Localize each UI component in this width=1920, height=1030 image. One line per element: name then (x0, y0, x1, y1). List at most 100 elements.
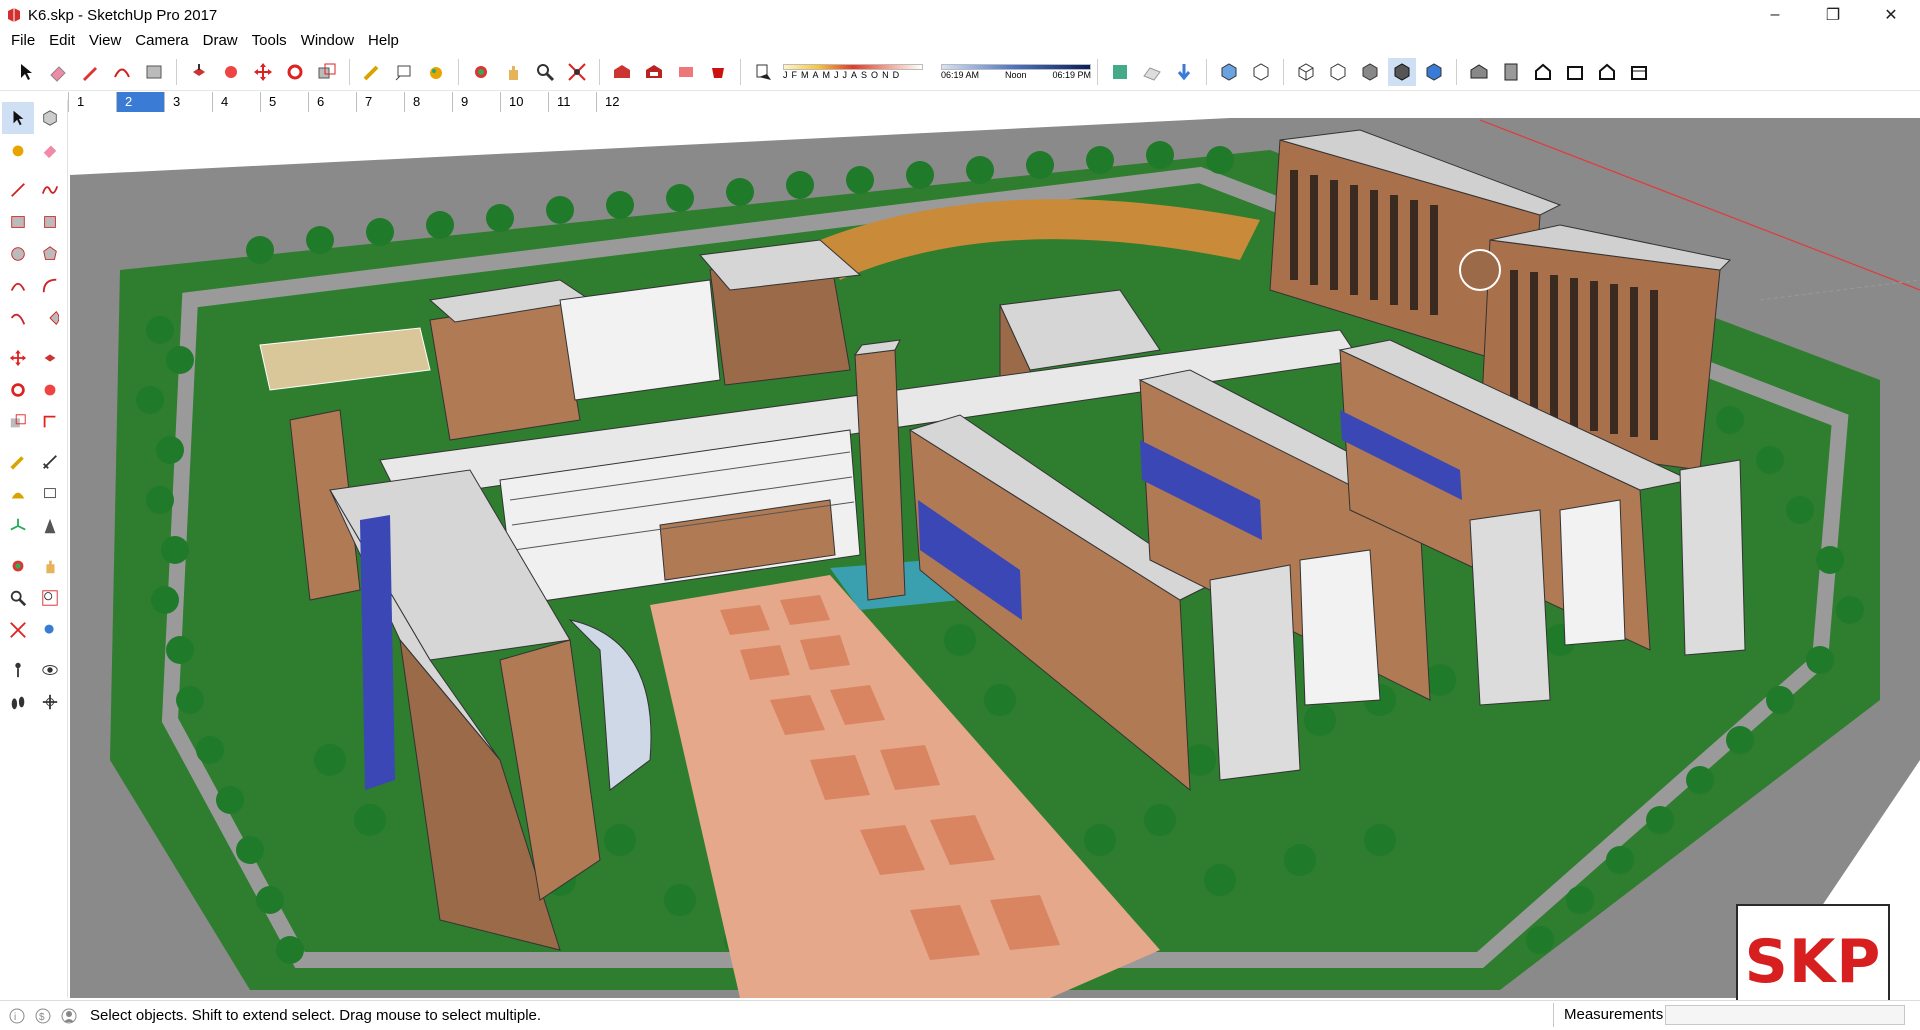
scene-tab-12[interactable]: 12 (596, 92, 644, 112)
shadow-date-slider[interactable] (783, 63, 923, 70)
front-view-icon[interactable] (1529, 58, 1557, 86)
rotated-rectangle-icon[interactable] (34, 206, 66, 238)
menu-draw[interactable]: Draw (196, 30, 245, 52)
hidden-line-style-icon[interactable] (1324, 58, 1352, 86)
axes-icon[interactable] (2, 510, 34, 542)
circle-icon[interactable] (2, 238, 34, 270)
pan-icon[interactable] (34, 550, 66, 582)
arc-tool-icon[interactable] (108, 58, 136, 86)
paint-bucket-icon[interactable] (422, 58, 450, 86)
rotate-tool-icon[interactable] (281, 58, 309, 86)
scale-tool-icon[interactable] (313, 58, 341, 86)
offset-icon[interactable] (34, 406, 66, 438)
scene-tab-10[interactable]: 10 (500, 92, 548, 112)
orbit-icon[interactable] (2, 550, 34, 582)
three-point-arc-icon[interactable] (2, 302, 34, 334)
monochrome-style-icon[interactable] (1420, 58, 1448, 86)
scene-tab-2[interactable]: 2 (116, 92, 164, 112)
pan-tool-icon[interactable] (499, 58, 527, 86)
menu-view[interactable]: View (82, 30, 128, 52)
menu-window[interactable]: Window (294, 30, 361, 52)
pie-icon[interactable] (34, 302, 66, 334)
iso-view-icon[interactable] (1465, 58, 1493, 86)
move-tool-icon[interactable] (249, 58, 277, 86)
scene-tab-11[interactable]: 11 (548, 92, 596, 112)
toggle-terrain-icon[interactable] (1138, 58, 1166, 86)
shaded-style-icon[interactable] (1356, 58, 1384, 86)
walk-icon[interactable] (2, 686, 34, 718)
zoom-icon[interactable] (2, 582, 34, 614)
line-icon[interactable] (2, 174, 34, 206)
scene-tab-1[interactable]: 1 (68, 92, 116, 112)
credits-icon[interactable]: $ (34, 1007, 52, 1025)
user-account-icon[interactable] (60, 1007, 78, 1025)
menu-help[interactable]: Help (361, 30, 406, 52)
eraser-tool-icon[interactable] (44, 58, 72, 86)
back-view-icon[interactable] (1593, 58, 1621, 86)
warehouse-icon[interactable] (608, 58, 636, 86)
scene-tab-7[interactable]: 7 (356, 92, 404, 112)
tape-measure-icon[interactable] (2, 446, 34, 478)
rectangle-tool-icon[interactable] (140, 58, 168, 86)
extension-warehouse-icon[interactable] (704, 58, 732, 86)
scene-tab-3[interactable]: 3 (164, 92, 212, 112)
model-viewport[interactable] (70, 118, 1920, 998)
wireframe-style-icon[interactable] (1292, 58, 1320, 86)
share-model-icon[interactable] (640, 58, 668, 86)
right-view-icon[interactable] (1561, 58, 1589, 86)
close-button[interactable]: ✕ (1862, 0, 1920, 30)
dimension-icon[interactable] (34, 446, 66, 478)
two-point-arc-icon[interactable] (34, 270, 66, 302)
scale-icon[interactable] (2, 406, 34, 438)
scene-tab-8[interactable]: 8 (404, 92, 452, 112)
scene-tab-6[interactable]: 6 (308, 92, 356, 112)
xray-style-icon[interactable] (1215, 58, 1243, 86)
zoom-extents-icon[interactable] (563, 58, 591, 86)
back-edges-style-icon[interactable] (1247, 58, 1275, 86)
menu-file[interactable]: File (4, 30, 42, 52)
measurements-input[interactable] (1665, 1005, 1905, 1025)
restore-button[interactable]: ❐ (1804, 0, 1862, 30)
look-around-icon[interactable] (34, 654, 66, 686)
arc-icon[interactable] (2, 270, 34, 302)
menu-edit[interactable]: Edit (42, 30, 82, 52)
zoom-extents-icon[interactable] (2, 614, 34, 646)
freehand-icon[interactable] (34, 174, 66, 206)
minimize-button[interactable]: – (1746, 0, 1804, 30)
follow-me-tool-icon[interactable] (217, 58, 245, 86)
position-camera-icon[interactable] (2, 654, 34, 686)
previous-view-icon[interactable] (34, 614, 66, 646)
move-icon[interactable] (2, 342, 34, 374)
select-tool-icon[interactable] (12, 58, 40, 86)
tape-measure-icon[interactable] (358, 58, 386, 86)
3d-text-icon[interactable] (34, 510, 66, 542)
push-pull-tool-icon[interactable] (185, 58, 213, 86)
pencil-tool-icon[interactable] (76, 58, 104, 86)
scene-tab-9[interactable]: 9 (452, 92, 500, 112)
select-icon[interactable] (2, 102, 34, 134)
scene-tab-4[interactable]: 4 (212, 92, 260, 112)
menu-tools[interactable]: Tools (245, 30, 294, 52)
left-view-icon[interactable] (1625, 58, 1653, 86)
menu-camera[interactable]: Camera (128, 30, 195, 52)
zoom-tool-icon[interactable] (531, 58, 559, 86)
shaded-textures-style-icon[interactable] (1388, 57, 1416, 86)
protractor-icon[interactable] (2, 478, 34, 510)
text-tool-icon[interactable] (390, 58, 418, 86)
orbit-tool-icon[interactable] (467, 58, 495, 86)
polygon-icon[interactable] (34, 238, 66, 270)
scene-tab-5[interactable]: 5 (260, 92, 308, 112)
paint-bucket-icon[interactable] (2, 134, 34, 166)
rectangle-icon[interactable] (2, 206, 34, 238)
push-pull-icon[interactable] (34, 342, 66, 374)
zoom-window-icon[interactable] (34, 582, 66, 614)
photo-textures-icon[interactable] (1170, 58, 1198, 86)
geo-location-icon[interactable]: i (8, 1007, 26, 1025)
top-view-icon[interactable] (1497, 58, 1525, 86)
make-component-icon[interactable] (34, 102, 66, 134)
share-component-icon[interactable] (672, 58, 700, 86)
eraser-icon[interactable] (34, 134, 66, 166)
follow-me-icon[interactable] (34, 374, 66, 406)
section-plane-icon[interactable] (34, 686, 66, 718)
text-icon[interactable] (34, 478, 66, 510)
